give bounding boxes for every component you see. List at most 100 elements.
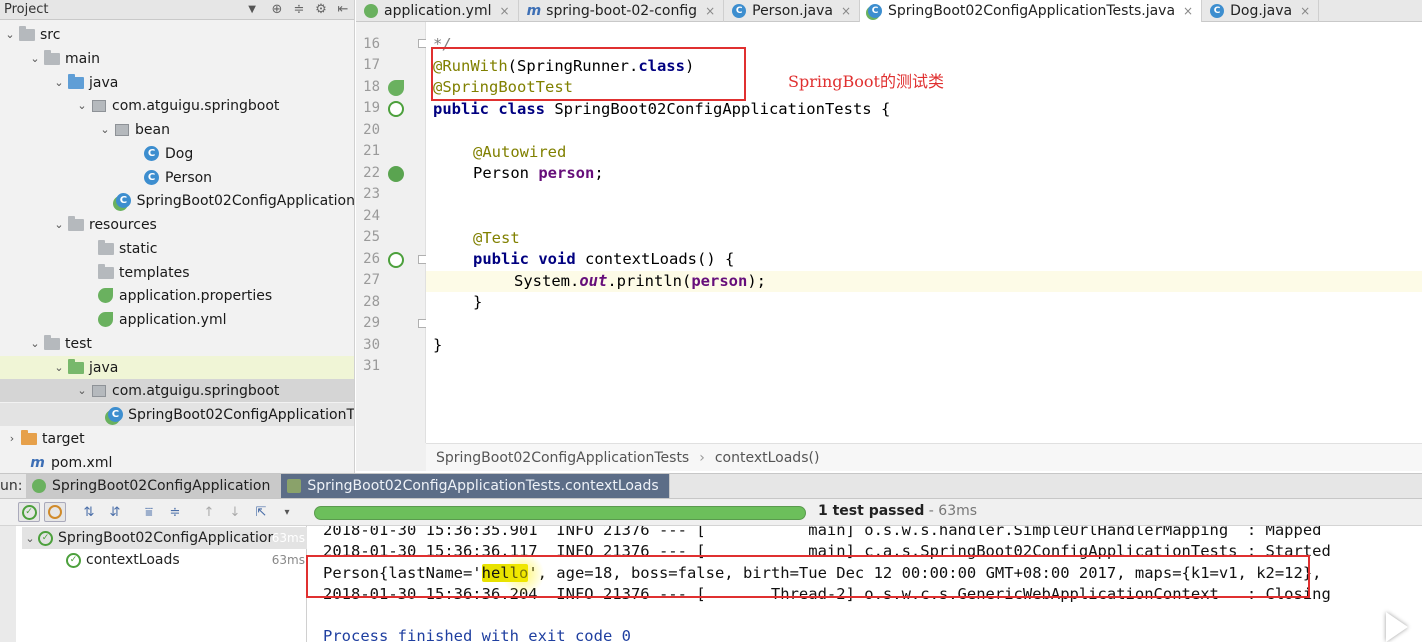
chevron-down-icon[interactable]: ⌄ xyxy=(27,52,43,65)
sort-duration-icon[interactable]: ⇵ xyxy=(104,502,126,522)
close-icon[interactable]: × xyxy=(705,4,715,18)
tree-item-static[interactable]: static xyxy=(0,237,354,260)
chevron-down-icon[interactable]: ⌄ xyxy=(74,99,90,112)
line-number: 28 xyxy=(363,294,380,310)
target-icon[interactable]: ⊕ xyxy=(266,2,288,17)
breadcrumb-item[interactable]: contextLoads() xyxy=(715,450,820,466)
play-icon[interactable] xyxy=(1386,612,1408,642)
tab-dog-java[interactable]: C Dog.java × xyxy=(1202,0,1320,22)
tree-item-pom[interactable]: m pom.xml xyxy=(0,451,354,473)
run-tabs: un: SpringBoot02ConfigApplication Spring… xyxy=(0,473,1422,499)
spring-config-icon xyxy=(97,312,114,327)
chevron-down-icon[interactable]: ⌄ xyxy=(97,123,113,136)
close-icon[interactable]: × xyxy=(841,4,851,18)
spring-class-icon: C xyxy=(868,4,883,18)
line-number: 26 xyxy=(363,251,380,267)
tree-item-application-properties[interactable]: application.properties xyxy=(0,284,354,307)
tree-item-label: Person xyxy=(165,169,213,186)
breadcrumb-item[interactable]: SpringBoot02ConfigApplicationTests xyxy=(436,450,689,466)
next-icon[interactable]: ↓ xyxy=(224,502,246,522)
console-line: 2018-01-30 15:36:35.901 INFO 21376 --- [… xyxy=(323,526,1322,539)
test-run-icon xyxy=(287,479,302,493)
tree-item-target[interactable]: › target xyxy=(0,427,354,450)
folder-icon xyxy=(97,263,114,280)
tree-item-templates[interactable]: templates xyxy=(0,261,354,284)
editor-gutter: 16 17 18 19 20 21 22 23 24 25 26 27 28 2… xyxy=(356,22,427,443)
tab-spring-boot-02-config[interactable]: m spring-boot-02-config × xyxy=(519,0,725,22)
chevron-down-icon[interactable]: ▼ xyxy=(248,4,256,15)
tree-item-bean[interactable]: ⌄ bean xyxy=(0,118,354,141)
autowired-icon[interactable] xyxy=(388,166,404,182)
tree-item-application-class[interactable]: C SpringBoot02ConfigApplication xyxy=(0,189,354,212)
tree-item-src[interactable]: ⌄ src xyxy=(0,23,354,46)
run-tab-application[interactable]: SpringBoot02ConfigApplication xyxy=(26,474,282,498)
tree-item-main[interactable]: ⌄ main xyxy=(0,47,354,70)
prev-icon[interactable]: ↑ xyxy=(198,502,220,522)
test-status-time: - 63ms xyxy=(924,503,978,519)
test-duration: 63ms xyxy=(271,553,305,567)
project-header: Project ▼ ⊕ ≑ ⚙ ⇤ xyxy=(0,0,354,20)
run-test-icon[interactable] xyxy=(388,252,404,268)
gear-icon[interactable]: ⚙ xyxy=(310,2,332,17)
code-line-26: public void contextLoads() { xyxy=(473,250,735,268)
chevron-down-icon[interactable]: ⌄ xyxy=(27,337,43,350)
tree-item-person[interactable]: C Person xyxy=(0,166,354,189)
folder-icon xyxy=(43,49,60,66)
tree-item-package[interactable]: ⌄ com.atguigu.springboot xyxy=(0,94,354,117)
chevron-down-icon[interactable]: ▾ xyxy=(276,502,298,522)
tree-item-label: templates xyxy=(119,264,190,281)
project-header-title[interactable]: Project xyxy=(4,2,48,17)
code-line-27: System.out.println(person); xyxy=(514,272,766,290)
close-icon[interactable]: × xyxy=(500,4,510,18)
test-progress-bar xyxy=(314,506,806,520)
chevron-down-icon[interactable]: ⌄ xyxy=(22,532,38,545)
spring-bean-icon[interactable] xyxy=(388,80,404,96)
chevron-down-icon[interactable]: ⌄ xyxy=(74,384,90,397)
chevron-down-icon[interactable]: ⌄ xyxy=(2,28,18,41)
tree-item-label: java xyxy=(89,359,119,376)
code-line-21: @Autowired xyxy=(473,143,567,161)
hide-icon[interactable]: ⇤ xyxy=(332,2,354,17)
tab-application-tests[interactable]: C SpringBoot02ConfigApplicationTests.jav… xyxy=(860,0,1203,22)
sort-alpha-icon[interactable]: ⇅ xyxy=(78,502,100,522)
chevron-down-icon[interactable]: ⌄ xyxy=(51,218,67,231)
tree-item-test-package[interactable]: ⌄ com.atguigu.springboot xyxy=(0,379,354,402)
tree-item-resources[interactable]: ⌄ resources xyxy=(0,213,354,236)
collapse-all-icon[interactable]: ≑ xyxy=(164,502,186,522)
run-test-icon[interactable] xyxy=(388,101,404,117)
tab-application-yml[interactable]: application.yml × xyxy=(356,0,519,22)
show-passed-icon[interactable]: ✓ xyxy=(18,502,40,522)
tab-person-java[interactable]: C Person.java × xyxy=(724,0,861,22)
test-passed-icon: ✓ xyxy=(66,552,81,568)
run-tab-tests[interactable]: SpringBoot02ConfigApplicationTests.conte… xyxy=(281,474,670,498)
test-suite-row[interactable]: ⌄ ✓ SpringBoot02ConfigApplicatior 63ms xyxy=(22,527,307,549)
show-ignored-icon[interactable] xyxy=(44,502,66,522)
annotation-label: SpringBoot的测试类 xyxy=(788,72,944,91)
tab-label: SpringBoot02ConfigApplicationTests.java xyxy=(888,3,1176,19)
breadcrumb: SpringBoot02ConfigApplicationTests › con… xyxy=(426,443,1422,471)
chevron-down-icon[interactable]: ⌄ xyxy=(51,361,67,374)
tree-item-application-yml[interactable]: application.yml xyxy=(0,308,354,331)
test-case-label: contextLoads xyxy=(86,552,180,568)
test-case-row[interactable]: ✓ contextLoads 63ms xyxy=(66,549,307,571)
orange-folder-icon xyxy=(20,429,37,446)
export-icon[interactable]: ⇱ xyxy=(250,502,272,522)
close-icon[interactable]: × xyxy=(1183,4,1193,18)
collapse-icon[interactable]: ≑ xyxy=(288,2,310,17)
test-source-folder-icon xyxy=(67,358,84,375)
tree-item-test-java[interactable]: ⌄ java xyxy=(0,356,354,379)
folder-icon xyxy=(43,334,60,351)
tree-item-dog[interactable]: C Dog xyxy=(0,142,354,165)
tree-item-test-class[interactable]: C SpringBoot02ConfigApplicationT xyxy=(0,403,354,426)
close-icon[interactable]: × xyxy=(1300,4,1310,18)
test-suite-label: SpringBoot02ConfigApplicatior xyxy=(58,530,274,546)
line-number: 29 xyxy=(363,315,380,331)
expand-all-icon[interactable]: ⩸ xyxy=(138,502,160,522)
package-icon xyxy=(113,122,130,137)
tree-item-test[interactable]: ⌄ test xyxy=(0,332,354,355)
chevron-right-icon[interactable]: › xyxy=(4,432,20,445)
chevron-down-icon[interactable]: ⌄ xyxy=(51,76,67,89)
line-number: 31 xyxy=(363,358,380,374)
tree-item-java[interactable]: ⌄ java xyxy=(0,71,354,94)
chevron-right-icon: › xyxy=(699,449,705,466)
